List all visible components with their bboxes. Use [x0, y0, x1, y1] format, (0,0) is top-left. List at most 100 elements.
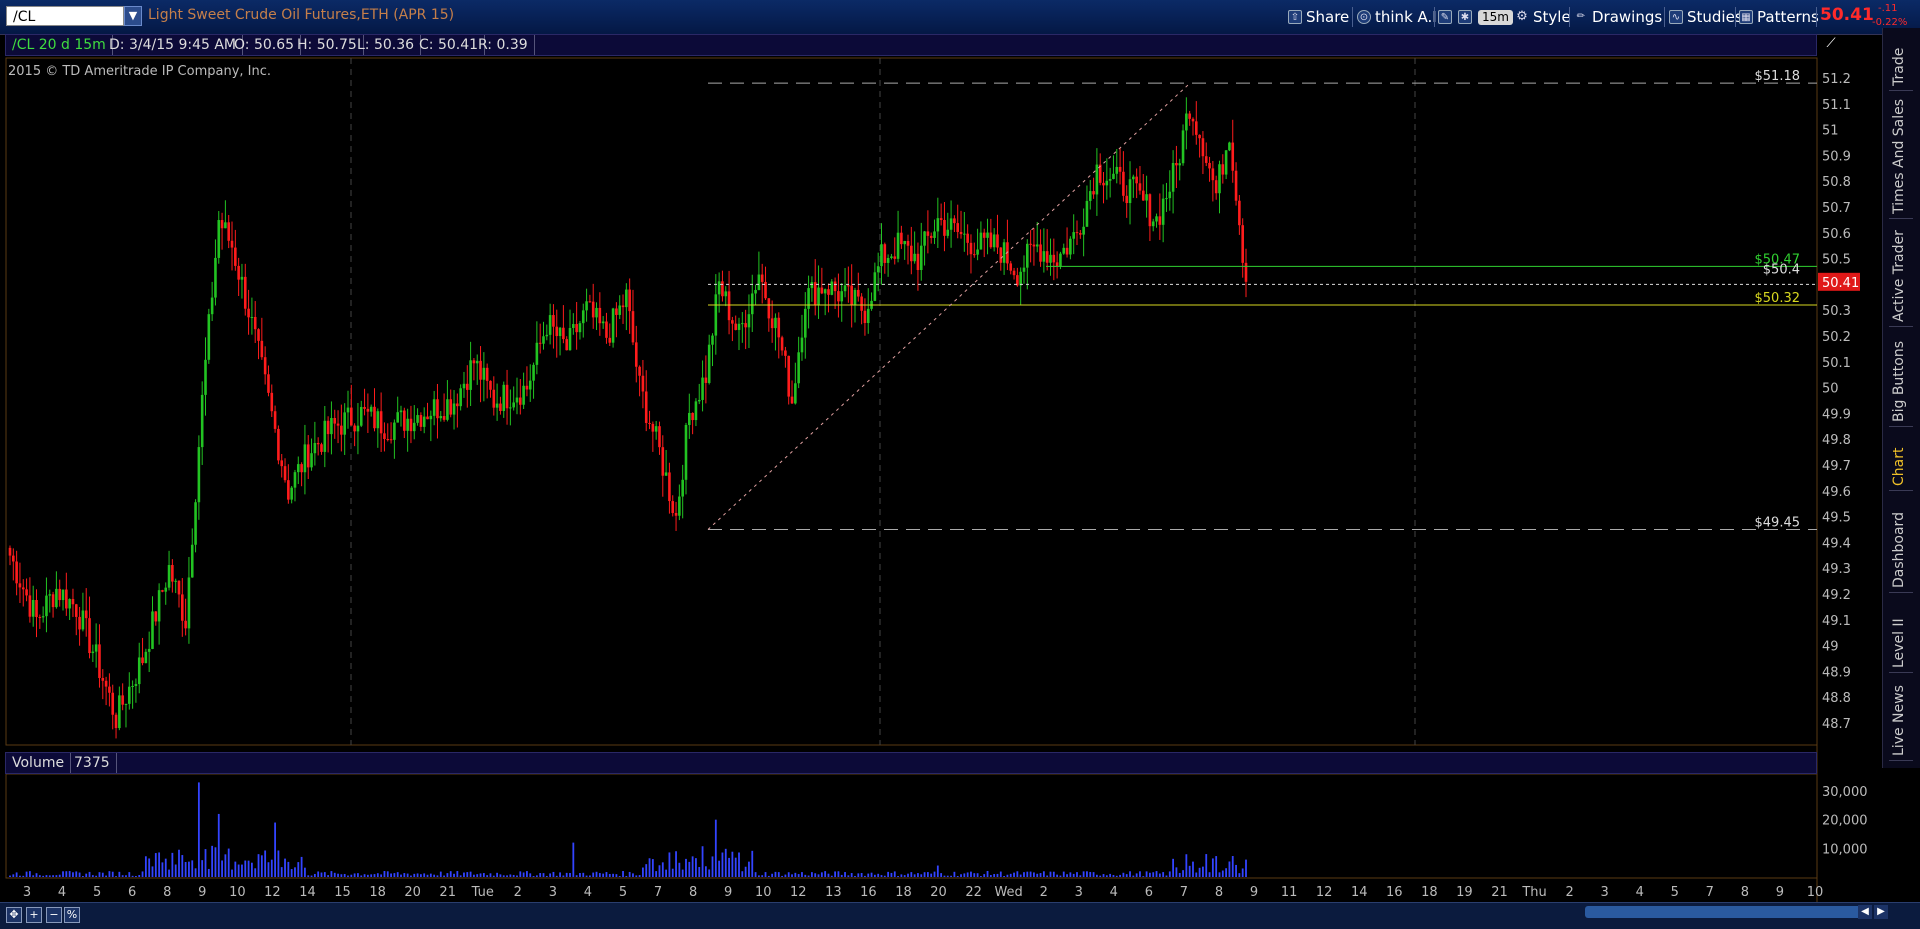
candle-body — [442, 416, 446, 420]
candle-body — [1132, 176, 1135, 180]
volume-bar — [555, 875, 558, 877]
side-tab-times-and-sales[interactable]: Times And Sales — [1891, 94, 1907, 214]
candle-body — [648, 422, 651, 424]
volume-bar — [277, 850, 280, 877]
volume-bar — [393, 873, 396, 877]
volume-bar — [820, 872, 823, 877]
x-tick-label: 4 — [584, 885, 592, 900]
candle-body — [933, 231, 936, 238]
candle-body — [207, 314, 211, 360]
candle-body — [1059, 253, 1062, 267]
y-tick-label: 48.7 — [1822, 717, 1851, 732]
volume-bar — [648, 858, 651, 877]
side-tab-level-ii[interactable]: Level II — [1891, 596, 1907, 668]
volume-bar — [615, 874, 618, 877]
y-tick-label: 49.8 — [1822, 433, 1851, 448]
drawing-tool-icon[interactable]: ⟋ — [1820, 34, 1842, 54]
zoom-out-icon[interactable]: − — [46, 907, 62, 923]
settings-button[interactable]: ✱ — [1458, 6, 1472, 28]
candle-body — [1122, 171, 1125, 196]
think-ai-button[interactable]: ⊙ think A.I. — [1357, 6, 1441, 28]
side-tab-live-news[interactable]: Live News — [1891, 676, 1907, 756]
volume-bar — [1092, 872, 1095, 877]
volume-bar — [602, 873, 605, 877]
low-chip: L: 50.36 — [351, 35, 422, 55]
y-tick-label: 50.9 — [1822, 149, 1851, 164]
candle-body — [25, 589, 28, 596]
candle-body — [449, 399, 453, 415]
studies-button[interactable]: ∿ Studies — [1669, 6, 1743, 28]
candle-body — [744, 323, 747, 328]
candle-body — [18, 583, 22, 588]
candle-body — [1155, 216, 1158, 222]
symbol-dropdown-icon[interactable]: ▼ — [124, 6, 142, 26]
side-tab-big-buttons[interactable]: Big Buttons — [1891, 330, 1907, 422]
candle-body — [790, 396, 794, 404]
volume-bar — [598, 873, 601, 877]
volume-bar — [625, 875, 628, 877]
candle-body — [651, 423, 655, 432]
symbol-input[interactable]: /CL — [6, 6, 124, 26]
side-tab-chart[interactable]: Chart — [1891, 430, 1907, 486]
candle-body — [982, 232, 986, 238]
candle-body — [412, 422, 416, 432]
volume-bar — [552, 871, 555, 877]
patterns-button[interactable]: ▦ Patterns — [1739, 6, 1819, 28]
x-tick-label: 4 — [1110, 885, 1118, 900]
volume-label[interactable]: Volume — [6, 753, 72, 773]
volume-bar — [406, 873, 409, 877]
volume-bar — [48, 875, 51, 877]
volume-bar — [512, 874, 515, 877]
scroll-left-icon[interactable]: ◀ — [1858, 905, 1872, 919]
candle-body — [257, 329, 260, 341]
volume-bar — [671, 868, 674, 877]
candle-body — [101, 678, 105, 681]
x-tick-label: 12 — [264, 885, 281, 900]
side-tab-active-trader[interactable]: Active Trader — [1891, 222, 1907, 322]
volume-bar — [522, 872, 525, 877]
percent-scale-icon[interactable]: % — [64, 907, 80, 923]
volume-bar — [234, 861, 237, 877]
side-tab-dashboard[interactable]: Dashboard — [1891, 494, 1907, 588]
candle-body — [465, 383, 469, 390]
symbol-period-chip[interactable]: /CL 20 d 15m — [6, 35, 113, 55]
drawings-button[interactable]: ✏ Drawings — [1574, 6, 1662, 28]
y-tick-label: 49.4 — [1822, 536, 1851, 551]
candle-body — [813, 282, 817, 306]
y-tick-label: 51.2 — [1822, 72, 1851, 87]
candle-body — [505, 384, 509, 409]
volume-bar — [101, 872, 104, 877]
timeframe-button[interactable]: 15m — [1478, 6, 1513, 28]
volume-bar — [645, 864, 648, 877]
candle-body — [923, 231, 926, 246]
scroll-right-icon[interactable]: ▶ — [1874, 905, 1888, 919]
volume-bar — [1079, 875, 1082, 877]
style-button[interactable]: ⚙ Style — [1515, 6, 1571, 28]
candle-body — [671, 501, 675, 513]
candle-body — [572, 324, 575, 328]
volume-bar — [960, 874, 962, 877]
volume-tick-label: 30,000 — [1822, 785, 1868, 800]
volume-bar — [883, 875, 886, 877]
candle-body — [426, 416, 429, 420]
chart-tools-button[interactable]: ✎ — [1438, 6, 1452, 28]
horizontal-scrollbar[interactable] — [1585, 906, 1870, 918]
volume-bar — [897, 875, 899, 877]
pan-icon[interactable]: ✥ — [6, 907, 22, 923]
x-tick-label: 18 — [1421, 885, 1438, 900]
candle-body — [1025, 243, 1029, 268]
x-tick-label: 9 — [198, 885, 206, 900]
volume-bar — [1033, 872, 1035, 877]
volume-bar — [926, 872, 929, 877]
candle-body — [734, 323, 737, 330]
candle-body — [366, 408, 370, 412]
price-chart[interactable]: 51.251.15150.950.850.750.650.550.450.350… — [0, 56, 1882, 902]
candle-body — [966, 233, 969, 243]
volume-bar — [781, 875, 783, 877]
candle-body — [843, 285, 847, 292]
candle-body — [303, 444, 307, 473]
volume-bar — [1125, 874, 1128, 877]
zoom-in-icon[interactable]: + — [26, 907, 42, 923]
side-tab-trade[interactable]: Trade — [1891, 36, 1907, 86]
share-button[interactable]: ⇧ Share — [1288, 6, 1349, 28]
